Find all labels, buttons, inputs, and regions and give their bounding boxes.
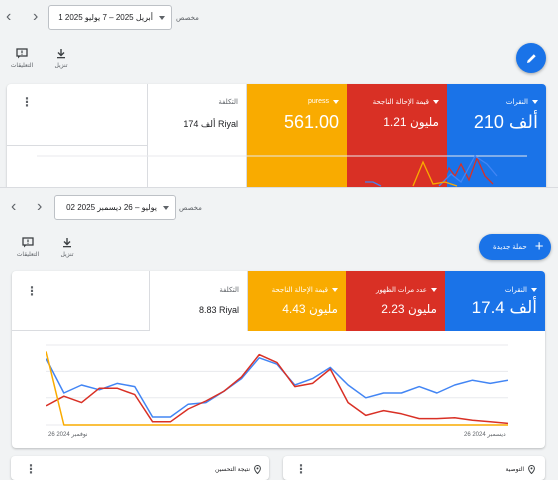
metric-label: التكلفة [218, 99, 238, 106]
download-button[interactable]: تنزيل [50, 237, 84, 258]
download-icon [57, 49, 65, 59]
prev-range-icon[interactable]: ‹ [11, 199, 16, 215]
top-panel: ‹ › 1 أبريل 2025 – 7 يوليو 2025 مخصص الت… [0, 0, 558, 194]
new-campaign-label: حملة جديدة [493, 244, 527, 251]
metric-tile-impressions[interactable]: عدد مرات الظهور 2.23 مليون [346, 271, 445, 331]
chevron-down-icon [532, 100, 538, 104]
metric-value: 8.83 Riyal [198, 305, 239, 315]
pencil-icon [526, 53, 536, 63]
chevron-down-icon [531, 288, 537, 292]
feedback-label: التعليقات [16, 252, 40, 258]
metric-value: 174 ألف Riyal [183, 119, 238, 129]
custom-label: مخصص [176, 15, 199, 22]
performance-card-top: ⋮ التكلفة 174 ألف Riyal puress 561.00 قي… [7, 84, 546, 194]
plus-icon: + [534, 238, 544, 255]
date-range-text: 1 أبريل 2025 – 7 يوليو 2025 [58, 13, 153, 22]
chevron-down-icon [332, 288, 338, 292]
card-title: نتيجة التحسين [215, 467, 250, 473]
metric-value: 210 ألف [473, 112, 538, 132]
chevron-down-icon [163, 205, 169, 210]
recommendation-card: التوصية ⋮ [283, 456, 545, 480]
feedback-icon [16, 48, 28, 59]
bottom-panel: ‹ › 02 يوليو – 26 ديسمبر 2025 مخصص التعل… [0, 187, 558, 480]
feedback-button[interactable]: التعليقات [11, 237, 45, 258]
metric-value: 2.23 مليون [381, 302, 437, 316]
custom-label: مخصص [179, 205, 202, 212]
new-campaign-button[interactable]: حملة جديدة + [479, 234, 552, 260]
series-line-0 [46, 357, 508, 418]
download-button[interactable]: تنزيل [44, 48, 78, 69]
metric-label: قيمة الإحالة الناجحة [271, 287, 328, 294]
feedback-icon [22, 237, 34, 248]
metric-label: قيمة الإحالة الناجحة [372, 99, 429, 106]
download-icon [63, 238, 71, 248]
performance-line-chart [46, 344, 508, 426]
date-range-selector[interactable]: 1 أبريل 2025 – 7 يوليو 2025 [48, 5, 172, 30]
chevron-down-icon [431, 288, 437, 292]
card-title: التوصية [505, 467, 524, 473]
download-label: تنزيل [60, 252, 74, 258]
download-label: تنزيل [54, 63, 68, 69]
feedback-label: التعليقات [10, 63, 34, 69]
metric-tile-cost[interactable]: التكلفة 8.83 Riyal [149, 271, 248, 331]
x-axis-end-label: 26 ديسمبر 2024 [464, 432, 506, 438]
more-vert-icon[interactable]: ⋮ [295, 463, 307, 475]
metric-value: 1.21 مليون [383, 115, 439, 129]
metric-value: 4.43 مليون [282, 302, 338, 316]
edit-fab[interactable] [516, 43, 546, 73]
optimization-score-card: ⋮ نتيجة التحسين [11, 456, 269, 480]
more-vert-icon[interactable]: ⋮ [25, 463, 37, 475]
metric-value: 561.00 [283, 112, 339, 132]
prev-range-icon[interactable]: ‹ [6, 9, 11, 25]
pin-icon [254, 465, 261, 474]
performance-card: ⋮ التكلفة 8.83 Riyal قيمة الإحالة الناجح… [12, 271, 545, 448]
feedback-button[interactable]: التعليقات [5, 48, 39, 69]
metric-label: التكلفة [219, 287, 239, 294]
next-range-icon[interactable]: › [37, 199, 42, 215]
metric-label: عدد مرات الظهور [375, 287, 427, 294]
date-range-selector[interactable]: 02 يوليو – 26 ديسمبر 2025 [54, 195, 176, 220]
metric-label: puress [307, 98, 329, 105]
metric-label: النقرات [505, 99, 528, 106]
chevron-down-icon [333, 99, 339, 104]
pin-icon [528, 465, 535, 474]
metric-tile-conversion-value[interactable]: قيمة الإحالة الناجحة 4.43 مليون [248, 271, 346, 331]
x-axis-start-label: 26 نوفمبر 2024 [48, 432, 88, 438]
top-chart-preview [37, 155, 527, 187]
metric-tile-clicks[interactable]: النقرات 17.4 ألف [445, 271, 545, 331]
metric-value: 17.4 ألف [471, 298, 537, 317]
chevron-down-icon [433, 100, 439, 104]
next-range-icon[interactable]: › [33, 9, 38, 25]
date-range-text: 02 يوليو – 26 ديسمبر 2025 [66, 203, 157, 212]
metric-label: النقرات [504, 287, 527, 294]
chevron-down-icon [159, 15, 165, 20]
